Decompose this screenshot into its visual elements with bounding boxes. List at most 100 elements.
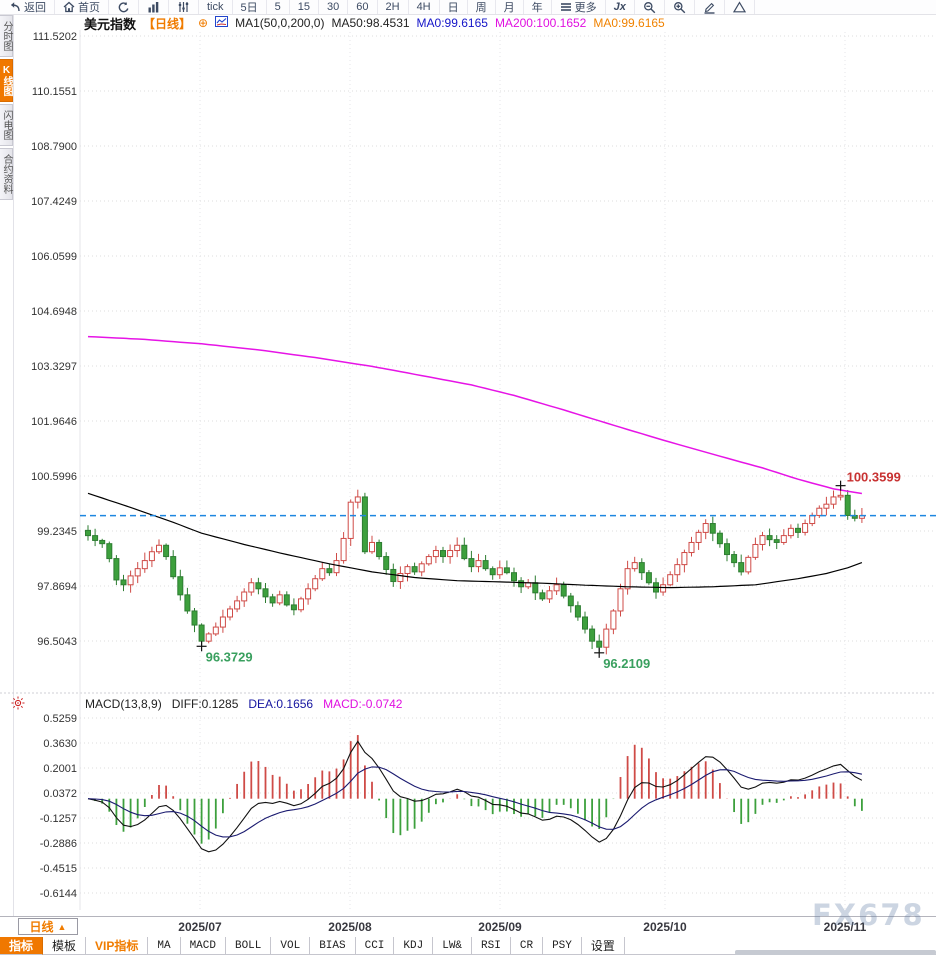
interval-year-button-label: 年 bbox=[532, 0, 543, 15]
tab-boll[interactable]: BOLL bbox=[226, 937, 271, 955]
tab-rsi[interactable]: RSI bbox=[472, 937, 511, 955]
period-label[interactable]: 【日线】 bbox=[143, 15, 191, 32]
candle-body bbox=[284, 595, 289, 605]
candle-body bbox=[646, 573, 651, 583]
more-button[interactable]: 更多 bbox=[552, 0, 606, 14]
macd-y-axis-label: 0.0372 bbox=[43, 788, 77, 800]
candle-body bbox=[568, 596, 573, 606]
top-toolbar: 返回首页 tick 5日5 15 30 60 2H4H日周月年更多Jx bbox=[0, 0, 936, 15]
candle-body bbox=[306, 589, 311, 599]
chart-type-button[interactable] bbox=[139, 0, 169, 14]
candle-body bbox=[213, 627, 218, 634]
main-y-axis-label: 110.1551 bbox=[32, 86, 77, 98]
candle-body bbox=[355, 497, 360, 502]
triangle-icon bbox=[733, 1, 746, 13]
tab-bias[interactable]: BIAS bbox=[310, 937, 355, 955]
candle-body bbox=[824, 504, 829, 508]
tab-lw[interactable]: LW& bbox=[433, 937, 472, 955]
tab-vip-indicator[interactable]: VIP指标 bbox=[86, 937, 148, 955]
candle-body bbox=[632, 563, 637, 569]
tab-cr[interactable]: CR bbox=[511, 937, 543, 955]
tab-lightning-chart[interactable]: 闪电图 bbox=[0, 104, 13, 146]
period-selector-label: 日线 bbox=[30, 918, 54, 935]
candle-body bbox=[753, 544, 758, 557]
low-price-annotation: 96.3729 bbox=[206, 649, 253, 664]
refresh-button[interactable] bbox=[109, 0, 139, 14]
candle-body bbox=[441, 551, 446, 557]
candle-body bbox=[426, 557, 431, 564]
candle-body bbox=[171, 557, 176, 577]
tab-indicator[interactable]: 指标 bbox=[0, 937, 43, 955]
interval-month-button[interactable]: 月 bbox=[496, 0, 524, 14]
tab-time-chart[interactable]: 分时图 bbox=[0, 15, 13, 57]
candle-body bbox=[235, 601, 240, 609]
tab-macd[interactable]: MACD bbox=[181, 937, 226, 955]
period-selector-button[interactable]: 日线 ▲ bbox=[18, 918, 78, 935]
interval-30m-button[interactable]: 30 bbox=[319, 0, 348, 14]
tab-ma[interactable]: MA bbox=[148, 937, 180, 955]
candle-body bbox=[817, 508, 822, 515]
candle-body bbox=[433, 551, 438, 557]
candle-body bbox=[661, 585, 666, 592]
candle-body bbox=[469, 559, 474, 567]
interval-week-button[interactable]: 周 bbox=[468, 0, 496, 14]
candle-body bbox=[107, 544, 112, 559]
candle-body bbox=[504, 568, 509, 573]
interval-60m-button[interactable]: 60 bbox=[348, 0, 377, 14]
candle-body bbox=[788, 528, 793, 535]
interval-60m-button-label: 60 bbox=[356, 1, 368, 13]
candle-body bbox=[774, 540, 779, 543]
tab-vol[interactable]: VOL bbox=[271, 937, 310, 955]
add-compare-icon[interactable]: ⊕ bbox=[198, 16, 208, 30]
tab-settings[interactable]: 设置 bbox=[582, 937, 625, 955]
candle-body bbox=[185, 595, 190, 611]
main-y-axis-label: 104.6948 bbox=[31, 306, 77, 318]
zoom-out-button[interactable] bbox=[635, 0, 665, 14]
macd-diff-line bbox=[88, 741, 862, 851]
home-button[interactable]: 首页 bbox=[55, 0, 109, 14]
ma200-value: MA200:100.1652 bbox=[495, 16, 586, 30]
candle-body bbox=[547, 591, 552, 599]
candle-body bbox=[682, 553, 687, 565]
indicator-settings-button[interactable] bbox=[169, 0, 199, 14]
interval-5day-button[interactable]: 5日 bbox=[233, 0, 267, 14]
back-button[interactable]: 返回 bbox=[0, 0, 55, 14]
interval-2h-button[interactable]: 2H bbox=[378, 0, 409, 14]
tab-psy[interactable]: PSY bbox=[543, 937, 582, 955]
candle-body bbox=[639, 563, 644, 573]
tab-contract-info[interactable]: 合约资料 bbox=[0, 148, 13, 200]
interval-tick-button-label: tick bbox=[207, 1, 224, 13]
candle-body bbox=[291, 605, 296, 610]
formula-button[interactable]: Jx bbox=[606, 0, 635, 14]
tab-cci[interactable]: CCI bbox=[356, 937, 395, 955]
refresh-icon bbox=[117, 1, 130, 14]
candle-body bbox=[256, 583, 261, 589]
main-y-axis-label: 97.8694 bbox=[37, 581, 77, 593]
interval-tick-button[interactable]: tick bbox=[199, 0, 233, 14]
interval-5m-button[interactable]: 5 bbox=[267, 0, 290, 14]
tab-kdj[interactable]: KDJ bbox=[394, 937, 433, 955]
interval-day-button[interactable]: 日 bbox=[440, 0, 468, 14]
indicator-sun-icon[interactable] bbox=[11, 696, 25, 715]
ma50-line bbox=[88, 493, 862, 587]
tab-template[interactable]: 模板 bbox=[43, 937, 86, 955]
high-price-annotation: 100.3599 bbox=[847, 470, 901, 485]
candle-body bbox=[497, 568, 502, 575]
period-arrow-icon: ▲ bbox=[58, 922, 67, 932]
horizontal-scrollbar[interactable] bbox=[735, 950, 936, 955]
back-arrow-icon bbox=[8, 1, 21, 13]
candle-body bbox=[583, 617, 588, 629]
interval-4h-button[interactable]: 4H bbox=[409, 0, 440, 14]
interval-15m-button[interactable]: 15 bbox=[290, 0, 319, 14]
chart-canvas[interactable]: 111.5202110.1551108.7900107.4249106.0599… bbox=[0, 0, 936, 916]
draw-button[interactable] bbox=[695, 0, 725, 14]
candle-body bbox=[220, 617, 225, 627]
interval-year-button[interactable]: 年 bbox=[524, 0, 552, 14]
zoom-in-button[interactable] bbox=[665, 0, 695, 14]
candle-body bbox=[490, 569, 495, 575]
interval-15m-button-label: 15 bbox=[298, 1, 310, 13]
candle-body bbox=[760, 536, 765, 545]
candle-body bbox=[377, 542, 382, 556]
shapes-button[interactable] bbox=[725, 0, 755, 14]
tab-kline-chart[interactable]: K线图 bbox=[0, 59, 13, 102]
